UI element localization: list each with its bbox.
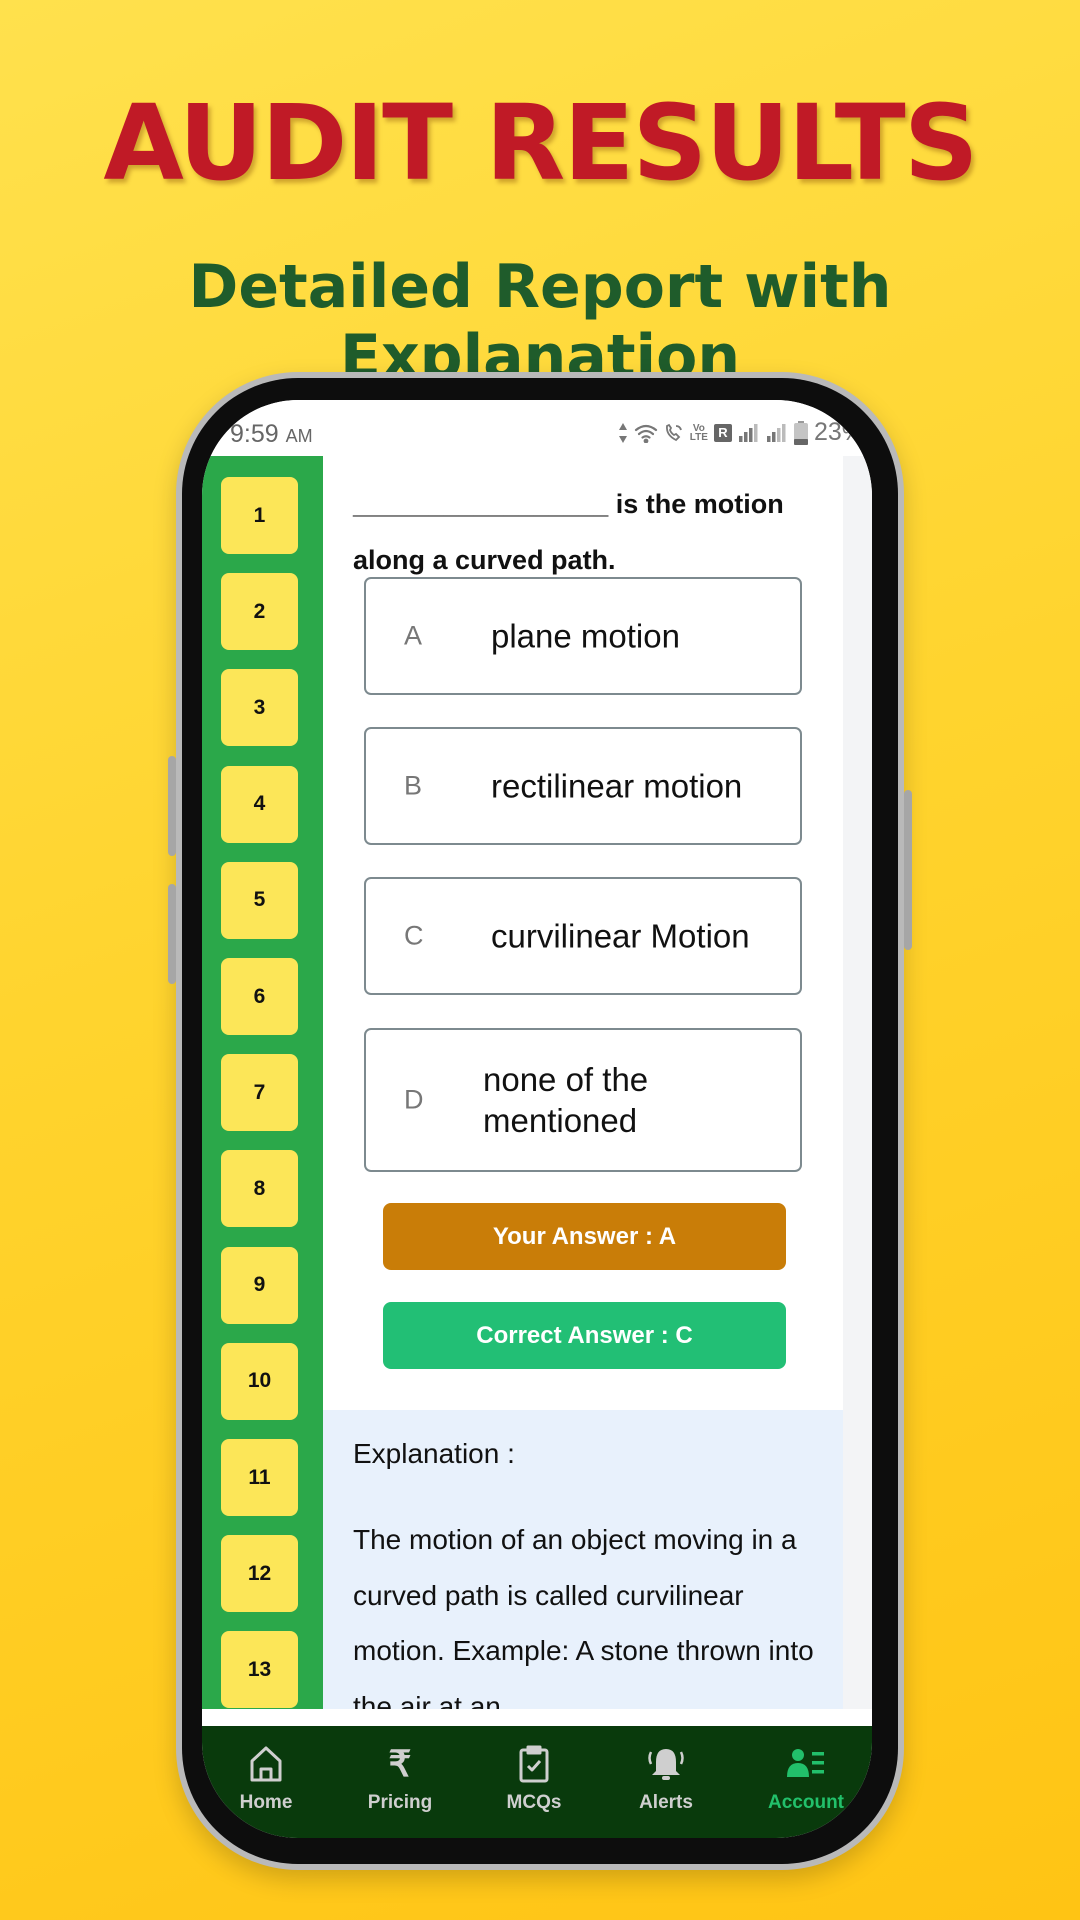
wifi-calling-icon	[664, 423, 684, 443]
time-text: 9:59	[230, 420, 279, 448]
option-b[interactable]: B rectilinear motion	[364, 727, 802, 845]
option-text: plane motion	[491, 617, 680, 655]
home-icon	[246, 1744, 286, 1784]
question-navigator: 1 2 3 4 5 6 7 8 9 10 11 12 13	[202, 456, 323, 1709]
question-number-8[interactable]: 8	[221, 1150, 298, 1228]
question-content: _________________ is the motion along a …	[323, 456, 843, 1709]
option-text: curvilinear Motion	[491, 917, 750, 955]
data-arrows-icon	[618, 422, 628, 444]
nav-label: MCQs	[506, 1792, 562, 1813]
question-text: _________________ is the motion along a …	[353, 489, 784, 575]
power-button	[904, 790, 912, 950]
signal-icon	[766, 423, 788, 443]
nav-mcqs[interactable]: MCQs	[474, 1744, 594, 1830]
status-time: 9:59 AM	[230, 420, 313, 449]
option-letter: B	[404, 770, 423, 801]
battery-icon	[793, 420, 808, 445]
question-number-12[interactable]: 12	[221, 1535, 298, 1613]
account-list-icon	[786, 1744, 826, 1784]
bottom-nav: Home ₹ Pricing MCQs Alerts Account	[202, 1726, 872, 1838]
question-number-3[interactable]: 3	[221, 669, 298, 747]
wifi-icon	[634, 423, 658, 443]
question-number-1[interactable]: 1	[221, 477, 298, 554]
question-number-9[interactable]: 9	[221, 1246, 298, 1324]
promo-subtitle: Detailed Report with Explanation	[188, 252, 892, 392]
volume-up-button	[168, 756, 176, 856]
option-d[interactable]: D none of the mentioned	[364, 1028, 802, 1172]
nav-account[interactable]: Account	[746, 1744, 866, 1830]
nav-label: Account	[768, 1792, 844, 1813]
signal-icon	[738, 423, 760, 443]
question-number-4[interactable]: 4	[221, 765, 298, 843]
bell-icon	[646, 1744, 686, 1784]
roaming-icon: R	[713, 423, 732, 442]
question-number-2[interactable]: 2	[221, 573, 298, 651]
status-bar: 9:59 AM Vo LTE R 23%	[202, 400, 872, 456]
clipboard-check-icon	[514, 1744, 554, 1784]
nav-home[interactable]: Home	[206, 1744, 326, 1830]
nav-alerts[interactable]: Alerts	[606, 1744, 726, 1830]
your-answer-button[interactable]: Your Answer : A	[383, 1203, 786, 1270]
scrollbar[interactable]	[843, 456, 872, 1709]
option-letter: D	[404, 1084, 424, 1115]
option-c[interactable]: C curvilinear Motion	[364, 877, 802, 995]
rupee-icon: ₹	[388, 1743, 412, 1784]
question-number-5[interactable]: 5	[221, 861, 298, 939]
ampm-text: AM	[285, 426, 313, 446]
option-a[interactable]: A plane motion	[364, 577, 802, 695]
nav-label: Pricing	[367, 1792, 433, 1813]
question-number-10[interactable]: 10	[221, 1342, 298, 1420]
option-letter: A	[404, 620, 423, 651]
option-text: none of the mentioned	[483, 1061, 649, 1139]
option-text: rectilinear motion	[491, 767, 743, 805]
volume-down-button	[168, 884, 176, 984]
question-number-11[interactable]: 11	[221, 1439, 298, 1516]
volte-icon: Vo LTE	[689, 422, 708, 443]
question-number-13[interactable]: 13	[221, 1631, 298, 1709]
option-letter: C	[404, 920, 424, 951]
phone-screen: 9:59 AM Vo LTE R 23% 1 2 3 4 5 6 7 8 9 1…	[202, 400, 872, 1838]
explanation-panel: Explanation : The motion of an object mo…	[323, 1410, 843, 1709]
question-number-6[interactable]: 6	[221, 958, 298, 1035]
question-number-7[interactable]: 7	[221, 1054, 298, 1132]
nav-label: Alerts	[639, 1792, 693, 1813]
nav-pricing[interactable]: ₹ Pricing	[340, 1743, 460, 1830]
status-icons: Vo LTE R 23%	[618, 418, 864, 447]
promo-title: AUDIT RESULTS	[103, 82, 978, 204]
explanation-title: Explanation :	[353, 1438, 515, 1469]
battery-percent: 23%	[813, 418, 864, 446]
explanation-body: The motion of an object moving in a curv…	[353, 1524, 814, 1709]
correct-answer-button[interactable]: Correct Answer : C	[383, 1302, 786, 1369]
nav-label: Home	[239, 1792, 293, 1813]
